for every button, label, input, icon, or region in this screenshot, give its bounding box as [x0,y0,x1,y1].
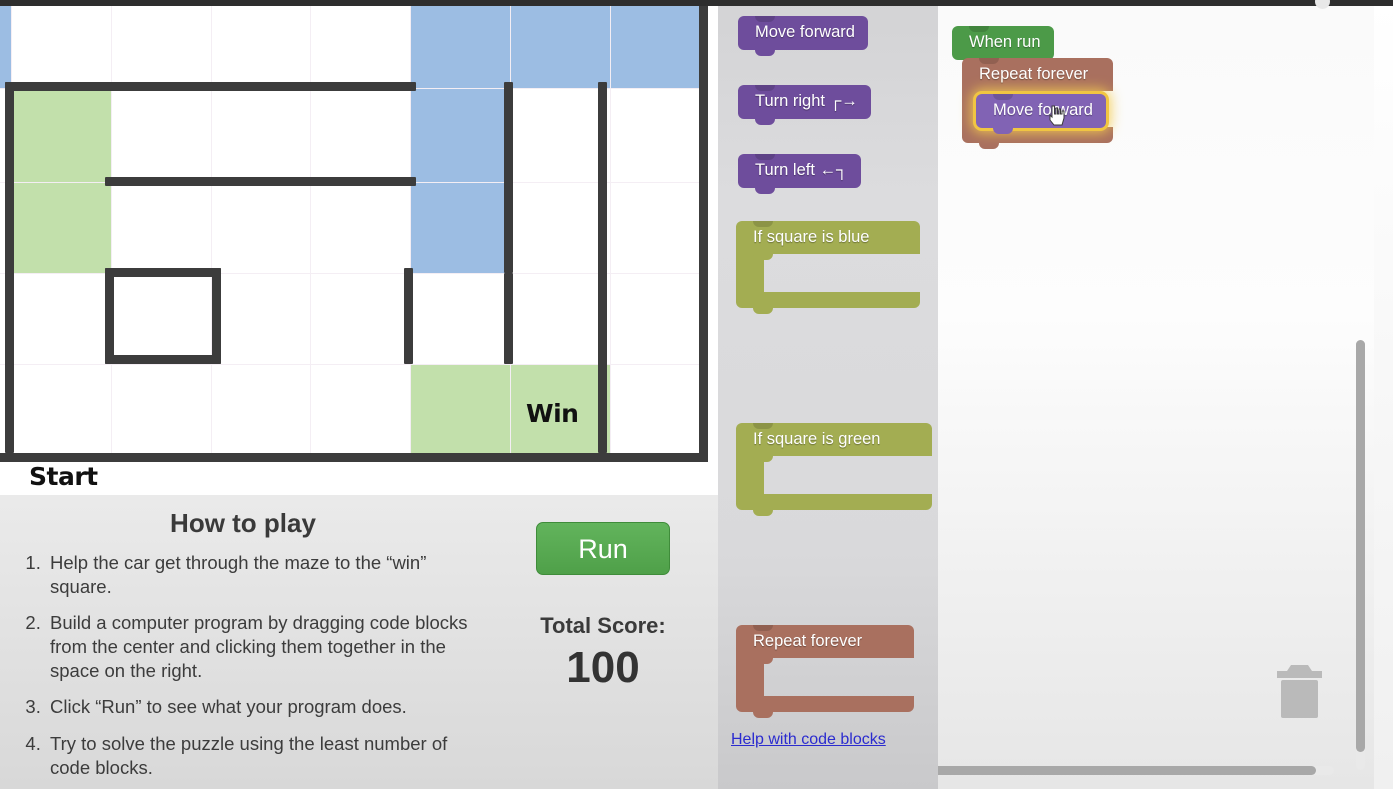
maze-outer-border [0,0,708,462]
palette-block-turn-right[interactable]: Turn right ┌→ [738,85,871,125]
left-panel: Win Start How to play Help the car get t… [0,0,718,789]
palette-block-move-forward[interactable]: Move forward [738,16,868,56]
workspace-block-move-forward[interactable]: Move forward [976,94,1106,134]
hand-cursor-icon [1049,105,1065,126]
block-palette: Move forward Turn right ┌→ Turn left ←┐ … [718,0,938,789]
how-to-play-panel: How to play Help the car get through the… [0,498,500,789]
block-arm [736,658,773,696]
workspace-vertical-scrollbar[interactable] [1356,340,1365,752]
how-to-play-step: Try to solve the puzzle using the least … [46,732,492,779]
palette-block-label: If square is blue [736,221,920,254]
workspace-block-label: Repeat forever [962,58,1113,91]
trash-can-icon[interactable] [1271,662,1328,724]
maze-area: Win Start [0,0,718,495]
program-workspace[interactable]: When run Repeat forever Move forward [938,0,1393,789]
workspace-block-when-run[interactable]: When run [952,26,1054,66]
palette-block-if-square-green[interactable]: If square is green [736,423,932,516]
maze-grid: Win [0,0,708,462]
how-to-play-step: Click “Run” to see what your program doe… [46,695,492,719]
help-with-code-blocks-link[interactable]: Help with code blocks [731,731,886,749]
block-foot [736,696,914,718]
maze-coding-app: Win Start How to play Help the car get t… [0,0,1393,789]
block-arm [736,456,773,494]
palette-block-turn-left[interactable]: Turn left ←┐ [738,154,861,194]
palette-block-label: If square is green [736,423,932,456]
total-score-label: Total Score: [540,613,666,638]
window-top-edge [0,0,1393,6]
block-foot [962,127,1113,149]
start-label: Start [29,462,98,491]
palette-block-label: Move forward [738,16,868,56]
run-button[interactable]: Run [536,522,670,575]
win-label: Win [526,399,579,428]
workspace-right-edge [1374,0,1393,789]
palette-block-label: Turn left ←┐ [738,154,861,194]
how-to-play-steps: Help the car get through the maze to the… [0,551,500,779]
workspace-block-label: Move forward [976,94,1106,134]
program-stack: When run Repeat forever Move forward [952,26,1113,149]
how-to-play-title: How to play [170,508,316,538]
block-foot [736,292,920,314]
palette-block-if-square-blue[interactable]: If square is blue [736,221,920,314]
total-score-value: 100 [566,643,640,692]
palette-block-repeat-forever[interactable]: Repeat forever [736,625,914,718]
palette-block-label: Repeat forever [736,625,914,658]
block-foot [736,494,932,516]
workspace-block-label: When run [952,26,1054,66]
workspace-horizontal-scrollbar[interactable] [938,766,1316,775]
how-to-play-step: Help the car get through the maze to the… [46,551,492,598]
palette-block-label: Turn right ┌→ [738,85,871,125]
block-arm [736,254,773,292]
how-to-play-step: Build a computer program by dragging cod… [46,611,492,682]
